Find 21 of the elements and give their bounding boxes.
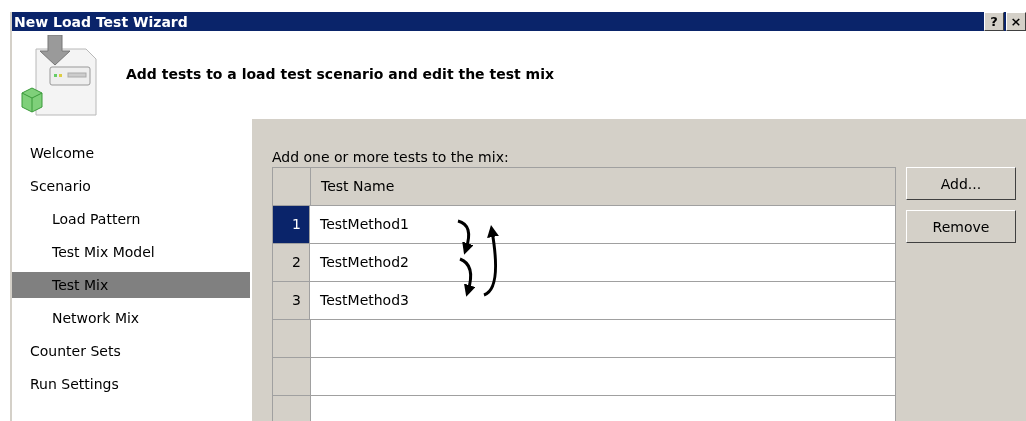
- row-header[interactable]: [273, 320, 311, 357]
- row-header[interactable]: 3: [273, 282, 310, 319]
- row-header[interactable]: 1: [273, 206, 310, 243]
- instruction-text: Add one or more tests to the mix:: [272, 148, 510, 167]
- sidebar-item[interactable]: Scenario: [12, 173, 250, 199]
- remove-button[interactable]: Remove: [906, 210, 1016, 243]
- window-title: New Load Test Wizard: [14, 13, 188, 30]
- sidebar-item[interactable]: Run Settings: [12, 371, 250, 397]
- page-heading: Add tests to a load test scenario and edit the test mix: [126, 66, 554, 82]
- sidebar-item[interactable]: Test Mix Model: [12, 239, 250, 265]
- sidebar-item[interactable]: Test Mix: [12, 272, 250, 298]
- row-header[interactable]: 2: [273, 244, 310, 281]
- sidebar-item[interactable]: Network Mix: [12, 305, 250, 331]
- sidebar-item[interactable]: Welcome: [12, 140, 250, 166]
- close-button[interactable]: ×: [1006, 12, 1026, 31]
- help-button[interactable]: ?: [984, 12, 1004, 31]
- sidebar-item[interactable]: Load Pattern: [12, 206, 250, 232]
- sidebar-item[interactable]: Counter Sets: [12, 338, 250, 364]
- row-header[interactable]: [273, 358, 311, 395]
- add-button[interactable]: Add...: [906, 167, 1016, 200]
- column-header[interactable]: Test Name: [311, 168, 895, 205]
